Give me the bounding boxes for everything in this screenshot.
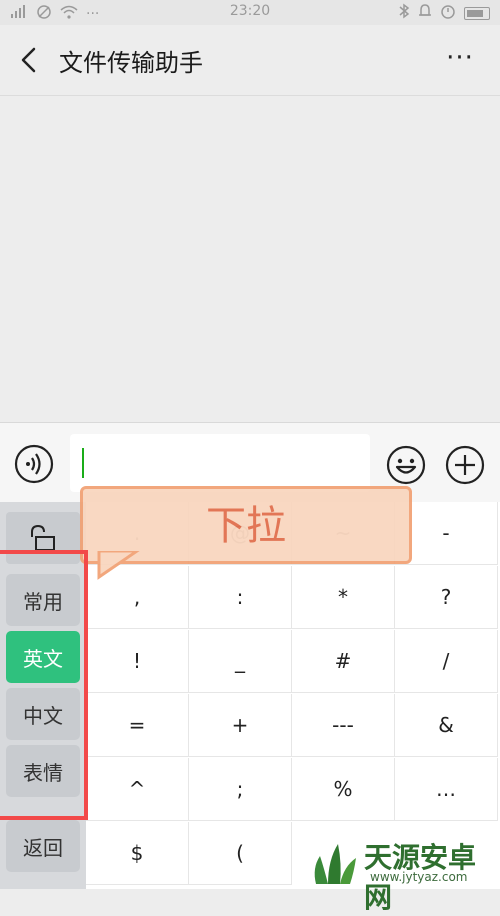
plus-icon xyxy=(445,445,485,485)
key-exclamation[interactable]: ! xyxy=(86,630,189,693)
key-underscore[interactable]: _ xyxy=(189,630,292,693)
key-dollar[interactable]: $ xyxy=(86,822,189,885)
key-ellipsis[interactable]: … xyxy=(395,758,498,821)
key-colon[interactable]: : xyxy=(189,566,292,629)
key-plus[interactable]: + xyxy=(189,694,292,757)
more-options-button[interactable]: ··· xyxy=(440,43,480,77)
bluetooth-icon xyxy=(398,3,410,23)
voice-button[interactable] xyxy=(14,444,54,484)
watermark-url: www.jytyaz.com xyxy=(370,870,468,884)
message-input[interactable] xyxy=(70,434,370,492)
voice-icon xyxy=(14,444,54,484)
watermark: 天源安卓网 www.jytyaz.com xyxy=(304,836,500,914)
annotation-callout: 下拉 xyxy=(80,486,412,580)
key-left-paren[interactable]: ( xyxy=(189,822,292,885)
key-triple-dash[interactable]: --- xyxy=(292,694,395,757)
page-title: 文件传输助手 xyxy=(59,49,203,77)
emoji-button[interactable] xyxy=(385,444,427,486)
highlight-box xyxy=(0,550,88,820)
callout-text: 下拉 xyxy=(206,503,286,549)
key-hash[interactable]: # xyxy=(292,630,395,693)
key-equals[interactable]: = xyxy=(86,694,189,757)
status-bar: ··· 23:20 xyxy=(0,0,500,25)
return-button[interactable]: 返回 xyxy=(6,820,80,872)
key-question[interactable]: ? xyxy=(395,566,498,629)
more-functions-button[interactable] xyxy=(444,444,486,486)
chat-area[interactable] xyxy=(0,96,500,422)
battery-icon xyxy=(464,6,490,20)
bell-icon xyxy=(418,3,432,23)
smiley-icon xyxy=(386,445,426,485)
key-slash[interactable]: / xyxy=(395,630,498,693)
key-caret[interactable]: ^ xyxy=(86,758,189,821)
unlock-icon xyxy=(31,524,55,551)
key-ampersand[interactable]: & xyxy=(395,694,498,757)
key-semicolon[interactable]: ; xyxy=(189,758,292,821)
chevron-left-icon xyxy=(21,47,36,73)
alarm-icon xyxy=(440,3,456,23)
callout-tail xyxy=(97,551,140,580)
key-asterisk[interactable]: * xyxy=(292,566,395,629)
text-cursor xyxy=(82,448,84,478)
key-percent[interactable]: % xyxy=(292,758,395,821)
back-button[interactable] xyxy=(14,43,48,77)
title-bar: 文件传输助手 ··· xyxy=(0,25,500,96)
watermark-logo xyxy=(314,844,356,884)
